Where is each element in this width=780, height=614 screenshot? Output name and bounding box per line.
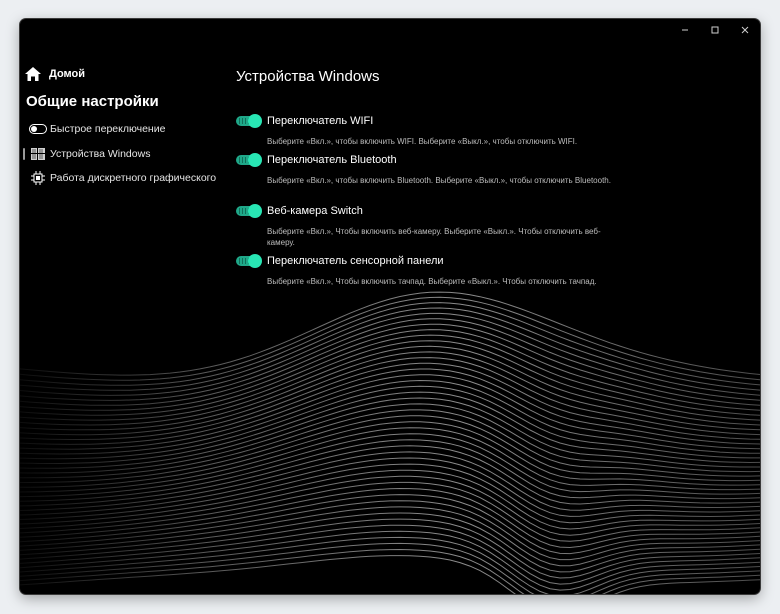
toggle-icon [28, 124, 48, 134]
webcam-toggle[interactable] [236, 204, 262, 218]
sidebar: Домой Общие настройки Быстрое переключен… [20, 19, 220, 594]
setting-description: Выберите «Вкл.», чтобы включить WIFI. Вы… [267, 137, 578, 146]
setting-label: Переключатель WIFI [267, 115, 374, 127]
setting-label: Переключатель сенсорной панели [267, 255, 444, 267]
window-controls [670, 19, 760, 41]
minimize-button[interactable] [670, 19, 700, 41]
maximize-button[interactable] [700, 19, 730, 41]
setting-touchpad: Переключатель сенсорной панели Выберите … [236, 253, 606, 287]
setting-description: Выберите «Вкл.», Чтобы включить тачпад. … [267, 277, 597, 286]
setting-webcam: Веб-камера Switch Выберите «Вкл.», Чтобы… [236, 203, 606, 248]
close-button[interactable] [730, 19, 760, 41]
sidebar-item-label: Работа дискретного графического пр [50, 172, 218, 184]
app-window: Домой Общие настройки Быстрое переключен… [20, 19, 760, 594]
setting-wifi: Переключатель WIFI Выберите «Вкл.», чтоб… [236, 113, 606, 147]
minimize-icon [682, 29, 688, 31]
close-icon [741, 26, 749, 34]
setting-label: Переключатель Bluetooth [267, 154, 397, 166]
sidebar-item-windows-devices[interactable]: Устройства Windows [20, 144, 218, 164]
sidebar-item-label: Быстрое переключение [50, 123, 166, 135]
setting-description: Выберите «Вкл.», Чтобы включить веб-каме… [267, 227, 601, 247]
touchpad-toggle[interactable] [236, 254, 262, 268]
setting-label: Веб-камера Switch [267, 205, 363, 217]
home-label: Домой [49, 68, 86, 80]
home-link[interactable]: Домой [25, 67, 85, 81]
setting-description: Выберите «Вкл.», чтобы включить Bluetoot… [267, 176, 611, 185]
bluetooth-toggle[interactable] [236, 153, 262, 167]
chip-icon [28, 171, 48, 185]
wifi-toggle[interactable] [236, 114, 262, 128]
windows-device-icon [28, 148, 48, 160]
section-title: Общие настройки [26, 93, 159, 110]
home-icon [25, 67, 41, 81]
sidebar-item-quick-switch[interactable]: Быстрое переключение [20, 119, 218, 139]
setting-bluetooth: Переключатель Bluetooth Выберите «Вкл.»,… [236, 152, 611, 186]
sidebar-item-label: Устройства Windows [50, 148, 151, 160]
page-title: Устройства Windows [236, 68, 380, 85]
sidebar-item-discrete-graphics[interactable]: Работа дискретного графического пр [20, 168, 218, 188]
maximize-icon [711, 26, 719, 34]
